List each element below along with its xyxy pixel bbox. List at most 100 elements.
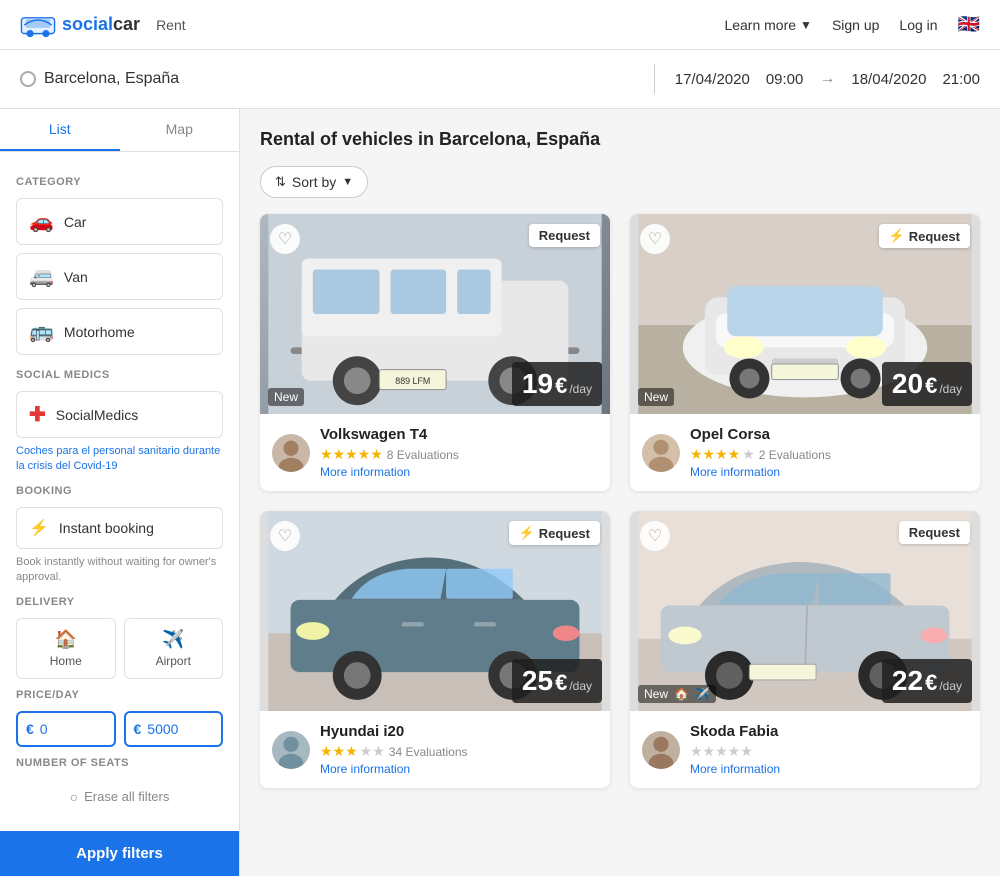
- tab-map[interactable]: Map: [120, 109, 240, 151]
- more-info-1[interactable]: More information: [320, 465, 598, 479]
- bolt-request-icon-3: ⚡: [519, 525, 535, 541]
- sign-up-link[interactable]: Sign up: [832, 17, 879, 33]
- tab-list[interactable]: List: [0, 109, 120, 151]
- bolt-icon: ⚡: [29, 518, 49, 538]
- car-icon: 🚗: [29, 209, 54, 234]
- price-euro-1: €: [555, 373, 567, 399]
- new-badge-2: New: [638, 388, 674, 406]
- car-image-wrapper-4: ♡ Request New 🏠 ✈️ 22 € /day: [630, 511, 980, 711]
- favorite-btn-4[interactable]: ♡: [640, 521, 670, 551]
- social-medics-label: SocialMedics: [56, 407, 138, 423]
- car-image-wrapper-3: ♡ ⚡ Request 25 € /day: [260, 511, 610, 711]
- price-max-input[interactable]: [147, 721, 213, 737]
- sort-chevron-icon: ▼: [342, 176, 353, 188]
- new-text-4: New: [644, 687, 668, 701]
- avatar-1: [272, 434, 310, 472]
- car-info-3: Hyundai i20 ★★★★★ 34 Evaluations More in…: [260, 711, 610, 788]
- price-value-3: 25: [522, 665, 553, 697]
- sidebar-content: CATEGORY 🚗 Car 🚐 Van 🚌 Motorhome SOCIAL …: [0, 152, 239, 831]
- request-badge-3[interactable]: ⚡ Request: [509, 521, 600, 545]
- car-details-3: Hyundai i20 ★★★★★ 34 Evaluations More in…: [320, 723, 598, 776]
- page-title: Rental of vehicles in Barcelona, España: [260, 129, 980, 150]
- price-per-4: /day: [939, 679, 962, 693]
- car-stars-4: ★★★★★: [690, 743, 753, 760]
- cars-grid: 889 LFM ♡ Request New 19 € /day: [260, 214, 980, 788]
- svg-text:889 LFM: 889 LFM: [395, 376, 430, 386]
- logo[interactable]: socialcar: [20, 11, 140, 39]
- favorite-btn-2[interactable]: ♡: [640, 224, 670, 254]
- car-info-2: Opel Corsa ★★★★★ 2 Evaluations More info…: [630, 414, 980, 491]
- covid-text: Coches para el personal sanitario durant…: [16, 444, 223, 475]
- chevron-down-icon: ▼: [800, 18, 812, 32]
- time-from[interactable]: 09:00: [766, 71, 804, 88]
- filter-motorhome[interactable]: 🚌 Motorhome: [16, 308, 223, 355]
- delivery-airport-label: Airport: [156, 654, 191, 668]
- car-stars-3: ★★★★★: [320, 743, 385, 760]
- request-label-2: Request: [909, 229, 960, 244]
- car-details-4: Skoda Fabia ★★★★★ More information: [690, 723, 968, 776]
- social-medics-title: SOCIAL MEDICS: [16, 369, 223, 381]
- car-info-1: Volkswagen T4 ★★★★★ 8 Evaluations More i…: [260, 414, 610, 491]
- car-card-4: ♡ Request New 🏠 ✈️ 22 € /day: [630, 511, 980, 788]
- avatar-4: [642, 731, 680, 769]
- instant-booking-label: Instant booking: [59, 520, 154, 536]
- time-to[interactable]: 21:00: [942, 71, 980, 88]
- location-text[interactable]: Barcelona, España: [44, 70, 179, 88]
- price-euro-3: €: [555, 670, 567, 696]
- price-min-input[interactable]: [40, 721, 106, 737]
- filter-van[interactable]: 🚐 Van: [16, 253, 223, 300]
- log-in-link[interactable]: Log in: [899, 17, 937, 33]
- favorite-btn-1[interactable]: ♡: [270, 224, 300, 254]
- airport-delivery-icon: ✈️: [695, 687, 710, 701]
- delivery-airport[interactable]: ✈️ Airport: [124, 618, 224, 679]
- sort-icon: ⇅: [275, 174, 286, 190]
- evaluations-1: 8 Evaluations: [387, 448, 459, 462]
- request-badge-4[interactable]: Request: [899, 521, 970, 544]
- request-badge-1[interactable]: Request: [529, 224, 600, 247]
- location-section[interactable]: Barcelona, España: [20, 70, 634, 88]
- flag-icon[interactable]: 🇬🇧: [958, 14, 980, 35]
- currency-min-icon: €: [26, 721, 34, 737]
- sidebar: List Map CATEGORY 🚗 Car 🚐 Van 🚌 Motorhom…: [0, 109, 240, 876]
- price-per-3: /day: [569, 679, 592, 693]
- car-owner-row-4: Skoda Fabia ★★★★★ More information: [642, 723, 968, 776]
- car-details-2: Opel Corsa ★★★★★ 2 Evaluations More info…: [690, 426, 968, 479]
- car-card-3: ♡ ⚡ Request 25 € /day: [260, 511, 610, 788]
- price-value-1: 19: [522, 368, 553, 400]
- date-from[interactable]: 17/04/2020: [675, 71, 750, 88]
- sort-by-button[interactable]: ⇅ Sort by ▼: [260, 166, 368, 198]
- apply-filters-button[interactable]: Apply filters: [0, 831, 239, 876]
- header-rent[interactable]: Rent: [156, 17, 186, 33]
- date-to[interactable]: 18/04/2020: [851, 71, 926, 88]
- delivery-home-label: Home: [50, 654, 82, 668]
- more-info-2[interactable]: More information: [690, 465, 968, 479]
- filter-car-label: Car: [64, 214, 87, 230]
- erase-filters-btn[interactable]: ○ Erase all filters: [16, 779, 223, 815]
- more-info-4[interactable]: More information: [690, 762, 968, 776]
- request-badge-2[interactable]: ⚡ Request: [879, 224, 970, 248]
- red-cross-icon: ✚: [29, 402, 46, 427]
- social-medics-badge[interactable]: ✚ SocialMedics: [16, 391, 223, 438]
- home-icon: 🏠: [55, 629, 77, 650]
- dates-section: 17/04/2020 09:00 → 18/04/2020 21:00: [675, 70, 980, 88]
- van-icon: 🚐: [29, 264, 54, 289]
- bolt-request-icon: ⚡: [889, 228, 905, 244]
- price-inputs: € €: [16, 711, 223, 747]
- car-stars-2: ★★★★★: [690, 446, 755, 463]
- price-max-wrapper: €: [124, 711, 224, 747]
- header-right: Learn more ▼ Sign up Log in 🇬🇧: [724, 14, 980, 35]
- learn-more-menu[interactable]: Learn more ▼: [724, 17, 811, 33]
- price-per-2: /day: [939, 382, 962, 396]
- delivery-home[interactable]: 🏠 Home: [16, 618, 116, 679]
- car-owner-row-2: Opel Corsa ★★★★★ 2 Evaluations More info…: [642, 426, 968, 479]
- more-info-3[interactable]: More information: [320, 762, 598, 776]
- request-label-4: Request: [909, 525, 960, 540]
- favorite-btn-3[interactable]: ♡: [270, 521, 300, 551]
- view-tabs: List Map: [0, 109, 239, 152]
- car-details-1: Volkswagen T4 ★★★★★ 8 Evaluations More i…: [320, 426, 598, 479]
- filter-car[interactable]: 🚗 Car: [16, 198, 223, 245]
- instant-booking-filter[interactable]: ⚡ Instant booking: [16, 507, 223, 549]
- sort-by-label: Sort by: [292, 174, 336, 190]
- header: socialcar Rent Learn more ▼ Sign up Log …: [0, 0, 1000, 50]
- erase-filters-label: Erase all filters: [84, 789, 169, 804]
